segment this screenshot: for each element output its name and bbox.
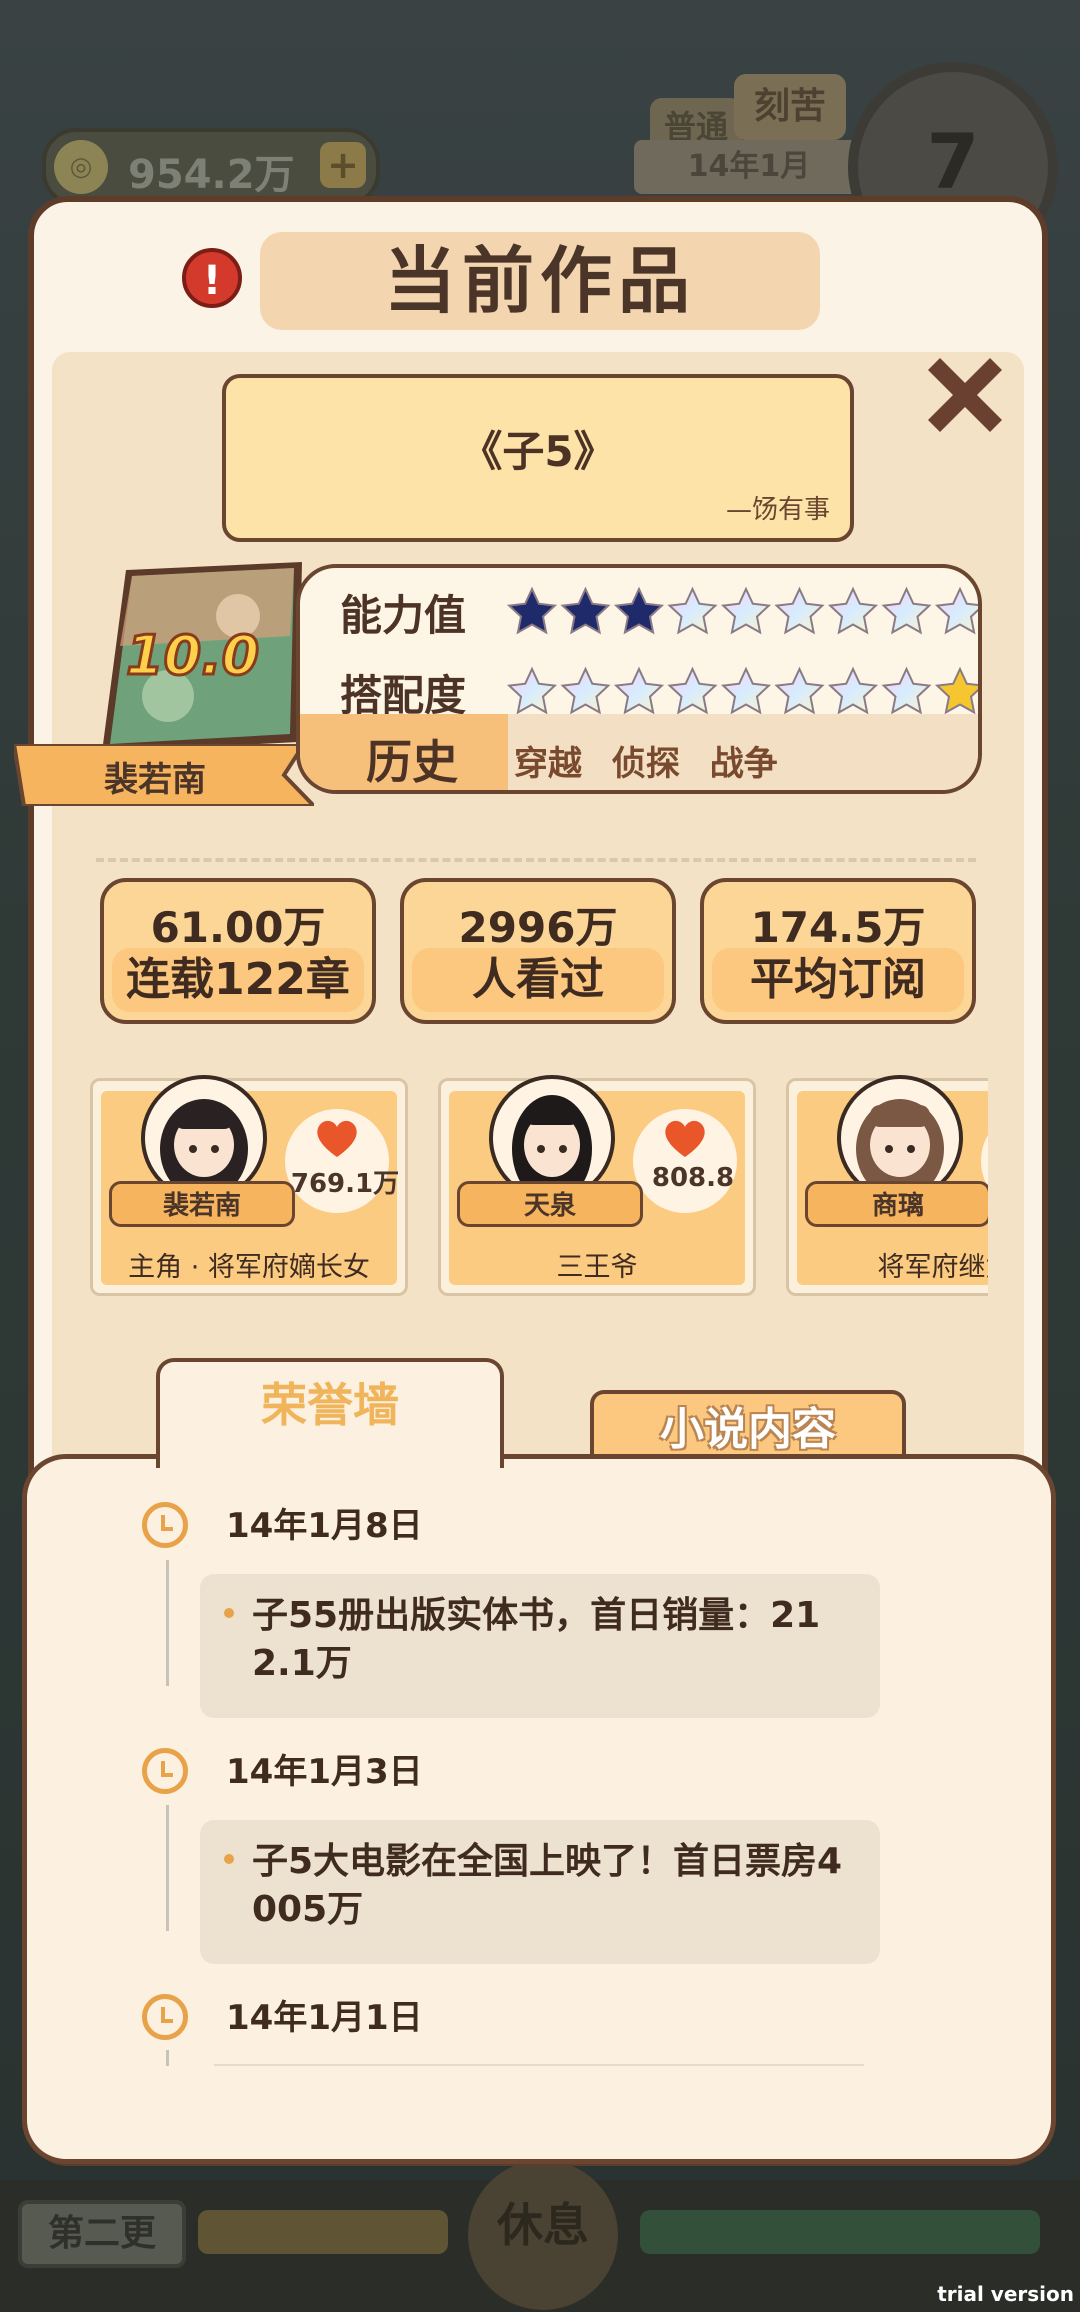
character-portrait-icon [856,1099,944,1197]
stat-label: 平均订阅 [712,948,964,1012]
coin-value: 954.2万 [128,152,295,198]
character-name: 天泉 [457,1181,643,1227]
stat-label: 人看过 [412,948,664,1012]
genre-label: 历史 [366,735,458,789]
attribute-box: 能力值 搭配度 历史 穿越 侦探 战争 [296,564,982,794]
heart-icon [317,1120,357,1157]
star-icon [667,586,718,635]
coin-balance: ◎ 954.2万 + [42,128,380,206]
honor-wall-panel [22,1454,1056,2164]
star-icon [720,586,772,635]
chapter-button[interactable]: 第二更 [18,2200,186,2268]
dialog-title: 当前作品 [260,232,820,330]
clock-icon [142,1994,188,2040]
book-title-box: 《子5》 —饧有事 [222,374,854,542]
bullet-icon [224,1608,234,1618]
affection-badge: 808.8 [633,1109,737,1213]
progress-bar-left [198,2210,448,2254]
book-title: 《子5》 [460,427,616,476]
history-entry: 子55册出版实体书，首日销量：212.1万 [200,1574,880,1718]
affection-value: 769.1万 [290,1169,400,1199]
heart-icon [665,1120,705,1157]
book-cover: 10.0 [102,562,302,752]
star-icon [613,666,665,715]
character-name: 商璃 [805,1181,988,1227]
tag: 侦探 [611,744,680,784]
progress-bar-right [640,2210,1040,2254]
divider [96,858,976,862]
history-entry: 子5大电影在全国上映了！首日票房4005万 [200,1820,880,1964]
star-icon [881,586,932,635]
history-date: 14年1月1日 [226,1998,423,2038]
character-card[interactable]: 808.8 天泉 三王爷 [438,1075,756,1296]
star-icon [934,666,978,715]
character-portrait-icon [512,1095,592,1197]
timeline-line [166,2050,169,2066]
star-icon [934,586,978,635]
close-icon[interactable] [910,340,1020,450]
book-author: —饧有事 [725,495,830,525]
clock-icon [142,1502,188,1548]
character-list[interactable]: 769.1万 裴若南 主角 · 将军府嫡长女 808.8 天泉 三王爷 商璃 将… [88,1074,988,1304]
star-icon [774,666,825,715]
character-role: 三王爷 [556,1252,638,1283]
history-text: 子55册出版实体书，首日销量：212.1万 [252,1595,821,1684]
stat-word-count: 61.00万 连载122章 [100,878,376,1024]
tag: 穿越 [514,744,582,784]
match-stars [506,666,978,715]
ability-row: 能力值 [300,572,978,650]
star-icon [827,666,879,715]
history-date: 14年1月8日 [226,1506,423,1546]
stat-value: 61.00万 [150,903,326,952]
tag: 战争 [709,744,778,784]
mode-hard-tab[interactable]: 刻苦 [734,74,846,140]
star-icon [881,666,932,715]
affection-value: 808.8 [651,1163,735,1193]
stat-label: 连载122章 [112,948,364,1012]
star-icon [827,586,879,635]
clock-icon [142,1748,188,1794]
character-card[interactable]: 769.1万 裴若南 主角 · 将军府嫡长女 [90,1075,408,1296]
history-text: 子5大电影在全国上映了！首日票房4005万 [252,1841,843,1930]
star-icon [667,666,718,715]
character-portrait-icon [160,1099,248,1197]
game-date: 14年1月 [634,140,864,194]
ability-label: 能力值 [340,591,467,640]
author-pen-name: 裴若南 [104,760,206,800]
history-separator [214,2064,864,2066]
rest-button[interactable]: 休息 [468,2160,618,2310]
ability-stars [506,586,978,635]
affection-badge: 769.1万 [285,1109,399,1213]
bullet-icon [224,1854,234,1864]
stat-value: 2996万 [458,903,618,952]
history-date: 14年1月3日 [226,1752,423,1792]
genre-tags: 穿越 侦探 战争 [514,736,796,785]
star-icon [613,586,665,635]
coin-icon: ◎ [54,140,108,194]
character-name: 裴若南 [109,1181,295,1227]
star-icon [506,666,558,715]
star-icon [560,666,611,715]
trial-watermark: trial version [937,2282,1074,2306]
timeline-line [166,1560,169,1686]
stat-subscriptions: 174.5万 平均订阅 [700,878,976,1024]
timeline-line [166,1805,169,1931]
book-score: 10.0 [126,624,259,687]
stat-readers: 2996万 人看过 [400,878,676,1024]
alert-icon[interactable]: ! [182,248,242,308]
character-card[interactable]: 商璃 将军府继女 [786,1075,989,1296]
tab-honor-wall[interactable]: 荣誉墙 [156,1358,504,1468]
star-icon [560,586,611,635]
character-role: 主角 · 将军府嫡长女 [128,1252,370,1283]
star-icon [774,586,825,635]
star-icon [720,666,772,715]
character-role: 将军府继女 [877,1252,989,1283]
star-icon [506,586,558,635]
add-coins-button[interactable]: + [320,142,366,188]
stat-value: 174.5万 [750,903,926,952]
